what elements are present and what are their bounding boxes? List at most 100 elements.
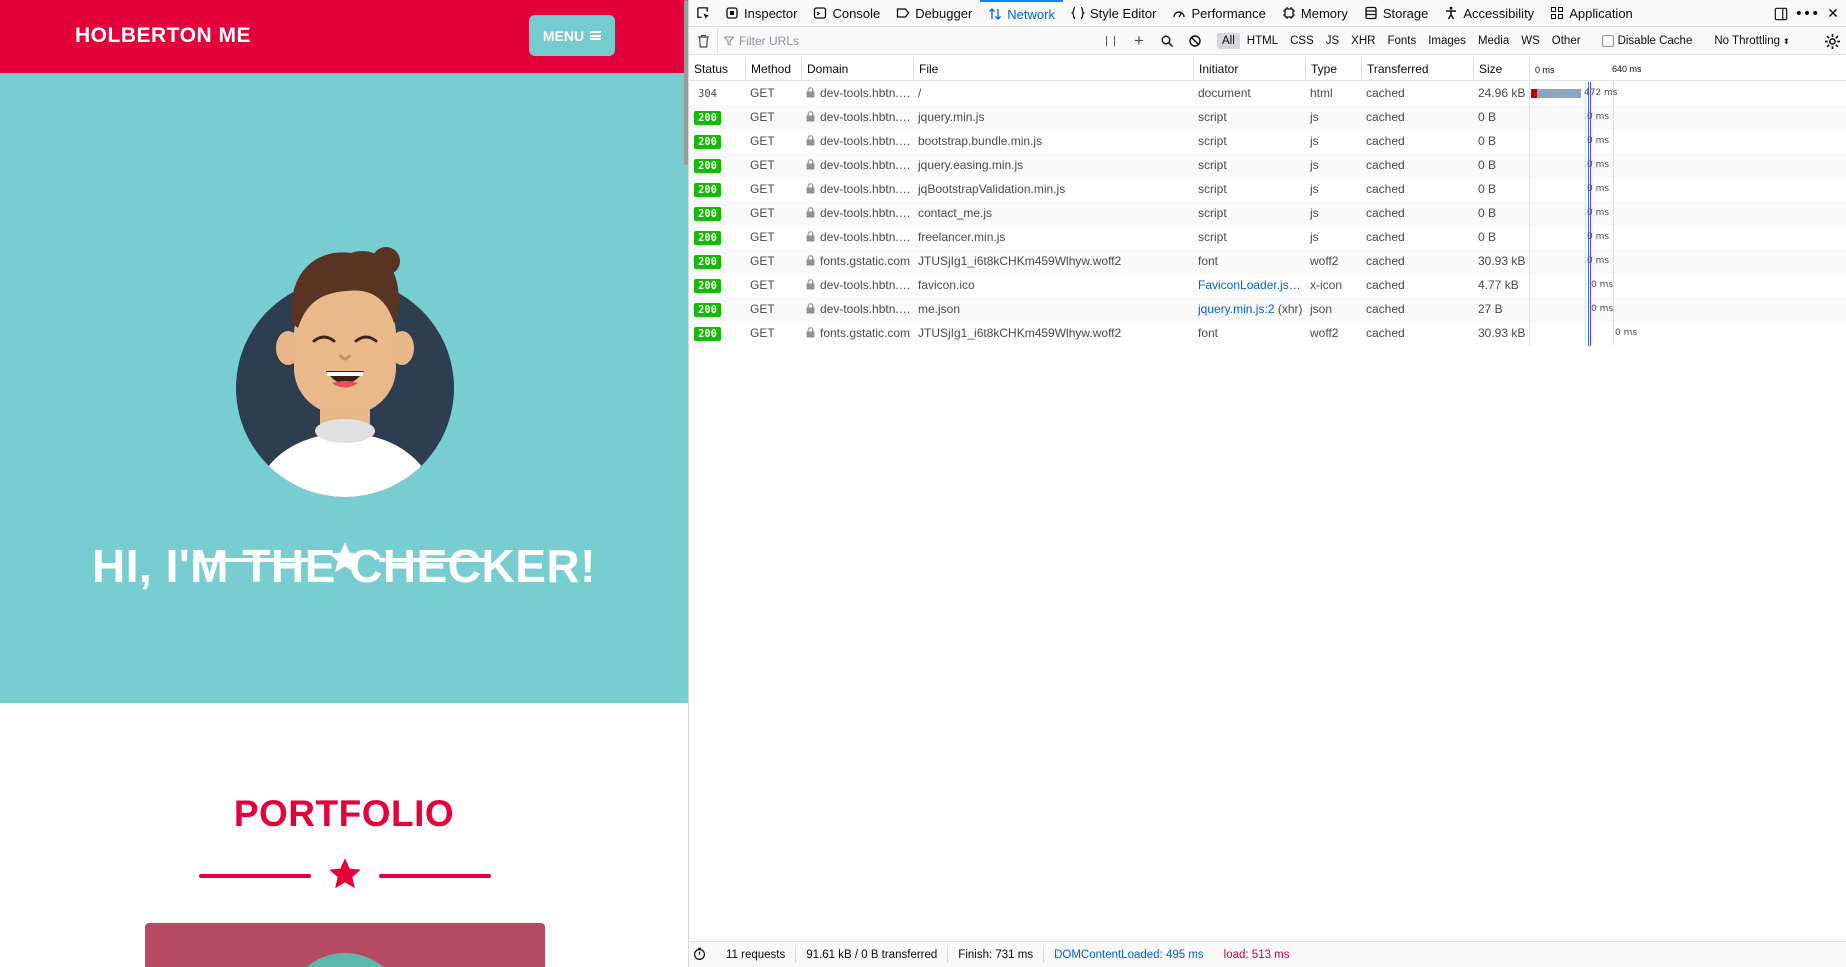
column-header-type[interactable]: Type xyxy=(1305,57,1361,81)
tab-style-editor[interactable]: Style Editor xyxy=(1063,0,1164,27)
status-badge: 200 xyxy=(694,303,721,317)
tab-label: Console xyxy=(832,5,881,21)
inspector-icon xyxy=(726,7,738,19)
storage-icon xyxy=(1365,6,1377,20)
tab-memory[interactable]: Memory xyxy=(1274,0,1356,27)
column-header-domain[interactable]: Domain xyxy=(801,57,913,81)
tab-accessibility[interactable]: Accessibility xyxy=(1436,0,1542,27)
stopwatch-icon[interactable] xyxy=(689,947,716,963)
column-header-initiator[interactable]: Initiator xyxy=(1193,57,1305,81)
size-cell: 4.77 kB xyxy=(1478,278,1519,292)
type-cell: html xyxy=(1310,86,1333,100)
menu-button[interactable]: MENU xyxy=(529,15,615,56)
divider-line-right xyxy=(379,558,491,562)
transferred-cell: cached xyxy=(1366,278,1405,292)
tab-application[interactable]: Application xyxy=(1542,0,1641,27)
status-badge: 200 xyxy=(694,279,721,293)
portfolio-card[interactable] xyxy=(145,923,545,967)
type-filter-fonts[interactable]: Fonts xyxy=(1382,33,1421,49)
rendered-page: HOLBERTON ME MENU HI, I'M THE CHECKER! P… xyxy=(0,0,688,967)
type-filter-ws[interactable]: WS xyxy=(1516,33,1545,49)
waterfall-timing-label: 0 ms xyxy=(1591,304,1614,314)
transferred-cell: cached xyxy=(1366,326,1405,340)
waterfall-bar-blocked xyxy=(1531,89,1537,98)
initiator-cell[interactable]: FaviconLoader.jsm:18… xyxy=(1198,278,1305,292)
more-options-icon[interactable]: ••• xyxy=(1795,6,1820,22)
type-cell: js xyxy=(1310,110,1319,124)
tab-storage[interactable]: Storage xyxy=(1356,0,1437,27)
waterfall-timing-label: 0 ms xyxy=(1587,136,1610,146)
lock-icon xyxy=(806,207,815,218)
method-cell: GET xyxy=(750,278,775,292)
column-header-waterfall[interactable]: 0 ms 640 ms xyxy=(1529,57,1846,81)
type-filter-css[interactable]: CSS xyxy=(1285,33,1319,49)
method-cell: GET xyxy=(750,158,775,172)
tab-label: Accessibility xyxy=(1463,5,1535,21)
waterfall-gridline xyxy=(1613,82,1614,346)
method-cell: GET xyxy=(750,206,775,220)
hero-divider xyxy=(199,540,491,580)
column-header-status[interactable]: Status xyxy=(689,57,745,81)
type-filter-images[interactable]: Images xyxy=(1423,33,1471,49)
transferred-cell: cached xyxy=(1366,230,1405,244)
file-cell: jquery.easing.min.js xyxy=(918,158,1024,172)
column-header-file[interactable]: File xyxy=(913,57,1193,81)
lock-icon xyxy=(806,135,815,146)
filter-icon xyxy=(724,36,734,46)
disable-cache-label: Disable Cache xyxy=(1617,35,1693,47)
method-cell: GET xyxy=(750,326,775,340)
gear-icon[interactable] xyxy=(1824,33,1841,50)
add-request-icon[interactable]: + xyxy=(1125,28,1153,55)
type-filter-other[interactable]: Other xyxy=(1547,33,1586,49)
close-icon[interactable]: ✕ xyxy=(1825,6,1841,22)
initiator-cell: document xyxy=(1198,86,1251,100)
size-cell: 0 B xyxy=(1478,182,1497,196)
dock-side-icon[interactable] xyxy=(1773,6,1789,22)
column-header-size[interactable]: Size xyxy=(1473,57,1529,81)
tab-network[interactable]: Network xyxy=(980,0,1063,27)
performance-icon xyxy=(1173,11,1186,18)
type-filter-all[interactable]: All xyxy=(1217,33,1240,49)
lock-icon xyxy=(806,303,815,314)
method-cell: GET xyxy=(750,230,775,244)
domain-cell: fonts.gstatic.com xyxy=(820,254,911,268)
application-icon xyxy=(1551,7,1564,19)
transferred-cell: cached xyxy=(1366,110,1405,124)
divider-line-right xyxy=(379,874,491,878)
checkbox-box[interactable] xyxy=(1601,35,1614,47)
tab-performance[interactable]: Performance xyxy=(1164,0,1273,27)
lock-icon xyxy=(806,111,815,122)
tab-console[interactable]: Console xyxy=(805,0,888,27)
type-filter-xhr[interactable]: XHR xyxy=(1346,33,1380,49)
clear-log-icon[interactable] xyxy=(689,28,717,55)
type-filter-media[interactable]: Media xyxy=(1473,33,1514,49)
request-type-filters: All HTML CSS JS XHR Fonts Images Media WS Other xyxy=(1217,33,1586,49)
initiator-cell[interactable]: jquery.min.js:2 xyxy=(1198,302,1274,316)
column-header-transferred[interactable]: Transferred xyxy=(1361,57,1473,81)
status-badge: 304 xyxy=(698,88,717,100)
waterfall-bar xyxy=(1531,89,1581,98)
type-filter-js[interactable]: JS xyxy=(1321,33,1344,49)
status-badge: 200 xyxy=(694,207,721,221)
throttling-select[interactable]: No Throttling ⬍ xyxy=(1714,35,1789,47)
search-icon[interactable] xyxy=(1153,28,1181,55)
type-filter-html[interactable]: HTML xyxy=(1242,33,1283,49)
requests-table: Status Method Domain File Initiator Type Trans… xyxy=(689,57,1846,346)
pause-icon[interactable]: | | xyxy=(1097,28,1125,55)
element-picker-icon[interactable] xyxy=(689,0,717,27)
network-toolbar: Filter URLs | | + All HTML CSS JS XHR Fonts Im… xyxy=(689,27,1846,55)
status-badge: 200 xyxy=(694,183,721,197)
file-cell: jquery.min.js xyxy=(918,110,985,124)
brand-link[interactable]: HOLBERTON ME xyxy=(75,24,251,48)
size-cell: 24.96 kB xyxy=(1478,86,1526,100)
star-icon xyxy=(329,858,361,889)
disable-cache-checkbox[interactable]: Disable Cache xyxy=(1601,35,1693,47)
filter-urls-input[interactable]: Filter URLs xyxy=(717,27,1097,55)
tab-debugger[interactable]: Debugger xyxy=(888,0,980,27)
type-cell: js xyxy=(1310,182,1319,196)
type-cell: woff2 xyxy=(1310,326,1339,340)
block-url-icon[interactable] xyxy=(1181,28,1209,55)
tab-inspector[interactable]: Inspector xyxy=(717,0,805,27)
column-header-method[interactable]: Method xyxy=(745,57,801,81)
tab-label: Style Editor xyxy=(1089,5,1157,21)
